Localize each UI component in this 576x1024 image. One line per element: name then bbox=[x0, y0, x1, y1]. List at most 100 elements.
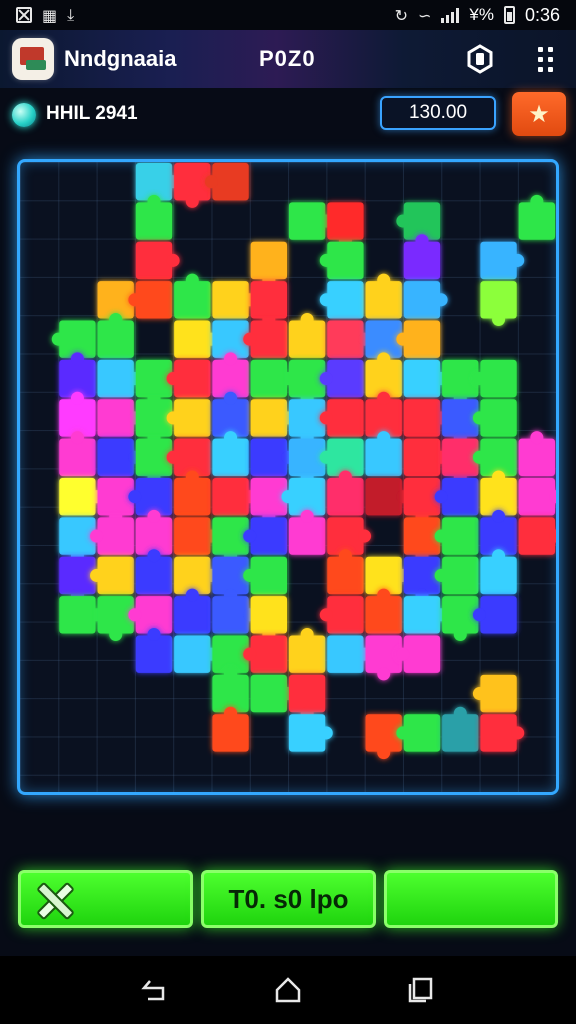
puzzle-piece[interactable] bbox=[212, 556, 249, 602]
puzzle-piece[interactable] bbox=[135, 509, 173, 555]
puzzle-piece[interactable] bbox=[403, 399, 448, 437]
puzzle-piece[interactable] bbox=[403, 478, 441, 523]
puzzle-piece[interactable] bbox=[396, 714, 441, 752]
puzzle-piece[interactable] bbox=[319, 596, 364, 634]
recents-button[interactable] bbox=[400, 970, 440, 1010]
puzzle-piece[interactable] bbox=[480, 509, 517, 555]
puzzle-piece[interactable] bbox=[135, 627, 173, 673]
puzzle-piece[interactable] bbox=[289, 627, 326, 673]
puzzle-piece[interactable] bbox=[212, 517, 249, 563]
puzzle-piece[interactable] bbox=[403, 281, 448, 319]
puzzle-piece[interactable] bbox=[97, 596, 134, 642]
puzzle-board[interactable] bbox=[17, 159, 559, 795]
puzzle-piece[interactable] bbox=[204, 163, 249, 201]
puzzle-piece[interactable] bbox=[319, 281, 364, 319]
puzzle-piece[interactable] bbox=[319, 399, 364, 437]
puzzle-piece[interactable] bbox=[51, 320, 96, 358]
puzzle-piece[interactable] bbox=[472, 674, 517, 713]
puzzle-piece[interactable] bbox=[289, 399, 326, 445]
puzzle-piece[interactable] bbox=[128, 478, 173, 516]
puzzle-piece[interactable] bbox=[59, 596, 104, 634]
puzzle-piece[interactable] bbox=[289, 509, 326, 555]
puzzle-piece[interactable] bbox=[166, 438, 211, 476]
puzzle-piece[interactable] bbox=[396, 320, 441, 358]
puzzle-piece[interactable] bbox=[281, 478, 326, 516]
puzzle-piece[interactable] bbox=[480, 281, 517, 327]
hexagon-button[interactable] bbox=[463, 42, 497, 76]
puzzle-piece[interactable] bbox=[135, 163, 180, 201]
puzzle-piece[interactable] bbox=[250, 399, 295, 437]
puzzle-piece[interactable] bbox=[59, 431, 96, 476]
puzzle-piece[interactable] bbox=[289, 359, 326, 405]
puzzle-piece[interactable] bbox=[442, 438, 479, 484]
puzzle-piece[interactable] bbox=[365, 391, 402, 437]
puzzle-piece[interactable] bbox=[212, 391, 249, 437]
puzzle-piece[interactable] bbox=[365, 478, 410, 516]
puzzle-piece[interactable] bbox=[365, 588, 402, 634]
puzzle-piece[interactable] bbox=[135, 549, 173, 595]
home-button[interactable] bbox=[268, 970, 308, 1010]
puzzle-piece[interactable] bbox=[97, 478, 134, 523]
tools-button[interactable] bbox=[18, 870, 193, 928]
puzzle-piece[interactable] bbox=[365, 635, 402, 681]
puzzle-piece[interactable] bbox=[480, 714, 525, 752]
puzzle-piece[interactable] bbox=[289, 202, 333, 240]
puzzle-piece[interactable] bbox=[403, 438, 448, 476]
puzzle-piece[interactable] bbox=[59, 556, 96, 602]
puzzle-piece[interactable] bbox=[59, 391, 96, 437]
puzzle-piece[interactable] bbox=[365, 431, 402, 476]
puzzle-piece[interactable] bbox=[434, 556, 479, 595]
puzzle-piece[interactable] bbox=[403, 596, 448, 634]
puzzle-piece[interactable] bbox=[518, 431, 555, 476]
puzzle-piece[interactable] bbox=[442, 399, 479, 445]
puzzle-piece[interactable] bbox=[365, 556, 410, 595]
puzzle-piece[interactable] bbox=[518, 194, 555, 240]
puzzle-piece[interactable] bbox=[174, 163, 211, 208]
puzzle-piece[interactable] bbox=[243, 320, 287, 358]
middle-action-button[interactable]: T0. s0 lpo bbox=[201, 870, 376, 928]
puzzle-piece[interactable] bbox=[59, 478, 104, 516]
puzzle-piece[interactable] bbox=[472, 399, 517, 437]
puzzle-piece[interactable] bbox=[243, 556, 287, 595]
puzzle-piece[interactable] bbox=[289, 438, 326, 484]
puzzle-piece[interactable] bbox=[135, 438, 173, 484]
puzzle-piece[interactable] bbox=[442, 359, 479, 405]
puzzle-piece[interactable] bbox=[250, 281, 287, 327]
puzzle-piece[interactable] bbox=[472, 438, 517, 476]
puzzle-piece[interactable] bbox=[250, 478, 287, 523]
puzzle-piece[interactable] bbox=[250, 596, 287, 642]
puzzle-piece[interactable] bbox=[174, 320, 218, 358]
puzzle-piece[interactable] bbox=[480, 549, 517, 595]
puzzle-piece[interactable] bbox=[212, 667, 249, 713]
puzzle-piece[interactable] bbox=[250, 438, 295, 476]
puzzle-piece[interactable] bbox=[97, 312, 134, 358]
puzzle-piece[interactable] bbox=[212, 706, 249, 752]
puzzle-piece[interactable] bbox=[212, 478, 257, 516]
puzzle-piece[interactable] bbox=[128, 281, 173, 319]
puzzle-piece[interactable] bbox=[243, 517, 287, 555]
puzzle-piece[interactable] bbox=[319, 241, 364, 280]
puzzle-piece[interactable] bbox=[135, 399, 173, 445]
puzzle-piece[interactable] bbox=[434, 478, 479, 516]
puzzle-piece[interactable] bbox=[135, 359, 173, 405]
puzzle-piece[interactable] bbox=[442, 706, 479, 752]
puzzle-piece[interactable] bbox=[480, 470, 517, 516]
puzzle-piece[interactable] bbox=[403, 556, 441, 602]
puzzle-piece[interactable] bbox=[518, 517, 556, 555]
puzzle-piece[interactable] bbox=[135, 194, 173, 240]
puzzle-piece[interactable] bbox=[212, 596, 257, 634]
right-action-button[interactable] bbox=[384, 870, 558, 928]
puzzle-piece[interactable] bbox=[166, 399, 211, 437]
puzzle-piece[interactable] bbox=[518, 478, 556, 516]
puzzle-piece[interactable] bbox=[365, 714, 402, 760]
puzzle-piece[interactable] bbox=[396, 635, 441, 673]
puzzle-piece[interactable] bbox=[135, 241, 180, 280]
puzzle-piece[interactable] bbox=[319, 359, 364, 398]
puzzle-piece[interactable] bbox=[365, 273, 402, 319]
puzzle-piece[interactable] bbox=[174, 556, 218, 595]
puzzle-piece[interactable] bbox=[327, 549, 364, 595]
back-button[interactable] bbox=[136, 970, 176, 1010]
puzzle-piece[interactable] bbox=[97, 438, 142, 476]
puzzle-piece[interactable] bbox=[289, 674, 326, 720]
puzzle-piece[interactable] bbox=[174, 635, 218, 673]
